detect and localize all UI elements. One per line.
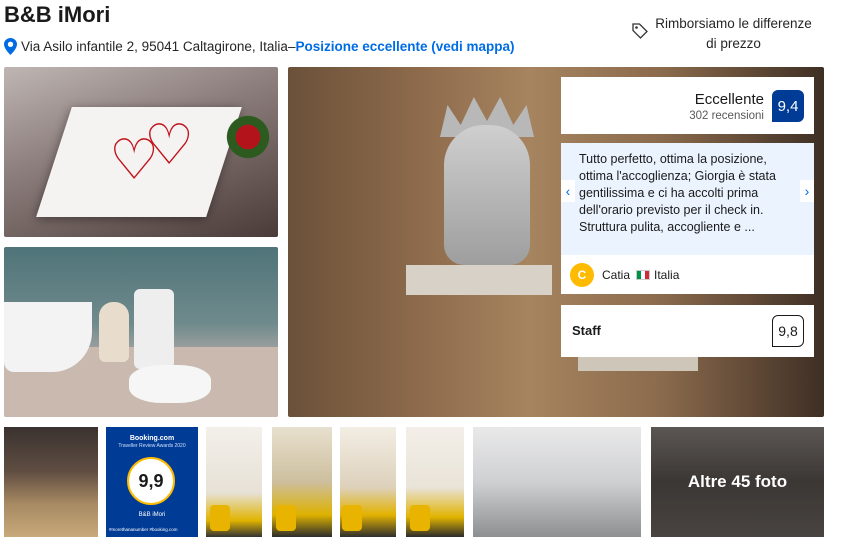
thumbnail-photo[interactable]	[4, 427, 98, 537]
thumbnail-photo[interactable]	[272, 427, 332, 537]
award-title: Traveller Review Awards 2020	[118, 443, 186, 449]
review-count: 302 recensioni	[689, 110, 764, 122]
heart-petals-icon: ♡	[144, 113, 195, 176]
review-card[interactable]: Tutto perfetto, ottima la posizione, ott…	[561, 143, 814, 294]
award-property-name: B&B iMori	[138, 512, 166, 518]
thumbnail-photo[interactable]	[406, 427, 464, 537]
location-pin-icon	[4, 38, 17, 55]
more-photos-label: Altre 45 foto	[651, 427, 824, 537]
award-hashtag: #morethananumber #booking.com	[109, 527, 178, 532]
address-separator: –	[287, 39, 296, 54]
thumbnail-more-photos[interactable]: Altre 45 foto	[651, 427, 824, 537]
chevron-left-icon: ‹	[565, 183, 571, 199]
address-line: Via Asilo infantile 2, 95041 Caltagirone…	[4, 38, 515, 55]
property-title: B&B iMori	[4, 2, 111, 27]
soap-bottle-shape	[134, 289, 174, 369]
author-name: Catia	[602, 267, 631, 282]
shelf-shape	[578, 355, 698, 371]
price-match-info[interactable]: Rimborsiamo le differenze di prezzo	[632, 14, 817, 54]
photo-bathroom-sink[interactable]	[4, 247, 278, 417]
review-prev-button[interactable]: ‹	[561, 180, 575, 202]
sink-shape	[4, 302, 92, 372]
rating-score-badge: 9,4	[772, 90, 804, 122]
rating-label: Eccellente	[694, 91, 764, 108]
avatar: C	[570, 262, 594, 287]
yellow-chair-shape	[342, 505, 362, 531]
location-map-link[interactable]: Posizione eccellente (vedi mappa)	[295, 39, 514, 54]
yellow-chair-shape	[210, 505, 230, 531]
thumbnail-photo[interactable]	[340, 427, 396, 537]
shelf-shape	[406, 265, 552, 295]
thumbnail-bathroom[interactable]	[473, 427, 641, 537]
price-tag-icon	[632, 23, 648, 39]
thumbnail-photo[interactable]	[206, 427, 262, 537]
review-text: Tutto perfetto, ottima la posizione, ott…	[579, 152, 776, 234]
rose-bouquet	[224, 112, 272, 162]
rating-card[interactable]: Eccellente 302 recensioni 9,4	[561, 77, 814, 134]
price-match-text: Rimborsiamo le differenze di prezzo	[655, 16, 812, 51]
review-author: C Catia Italia	[561, 255, 814, 294]
ceramic-head-shape	[99, 302, 129, 362]
staff-score-card[interactable]: Staff 9,8	[561, 305, 814, 357]
yellow-chair-shape	[410, 505, 430, 531]
chevron-right-icon: ›	[804, 183, 810, 199]
italy-flag-icon	[636, 269, 651, 280]
staff-score-badge: 9,8	[772, 315, 804, 347]
review-next-button[interactable]: ›	[800, 180, 814, 202]
booking-brand: Booking.com	[129, 435, 175, 442]
tray-shape	[129, 365, 211, 403]
photo-bedroom-roses[interactable]: ♡ ♡	[4, 67, 278, 237]
staff-label: Staff	[572, 323, 601, 338]
address-text: Via Asilo infantile 2, 95041 Caltagirone…	[21, 39, 288, 54]
author-country: Italia	[654, 267, 680, 282]
ceramic-head-shape	[444, 125, 530, 265]
thumbnail-award[interactable]: Booking.com Traveller Review Awards 2020…	[106, 427, 198, 537]
yellow-chair-shape	[276, 505, 296, 531]
award-score: 9,9	[127, 457, 175, 505]
